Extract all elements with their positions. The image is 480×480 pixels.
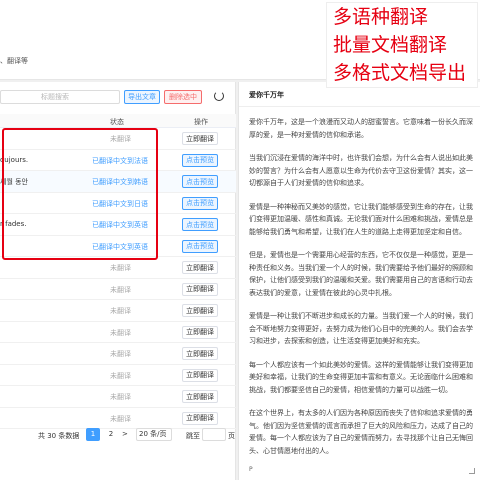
promo-line-3: 多格式文档导出 <box>333 62 467 84</box>
title-search-input[interactable] <box>0 90 120 104</box>
jump-label: 跳至 <box>186 432 200 440</box>
row-status: 已翻译中文到英语 <box>92 242 148 251</box>
document-paragraph: 每一个人都应该有一个如此美妙的爱情。这样的爱情能够让我们变得更加美好和幸福，让我… <box>249 360 473 394</box>
promo-banner: 多语种翻译 批量文档翻译 多格式文档导出 <box>326 2 478 88</box>
pagination: 共 30 条数据 1 2 > 20 条/页 跳至 页 <box>0 426 236 444</box>
row-status: 未翻译 <box>110 328 131 337</box>
delete-selected-button[interactable]: 删除选中 <box>164 90 202 104</box>
row-status: 已翻译中文到法语 <box>92 156 148 165</box>
document-paragraph: 但是，爱情也是一个需要用心经营的东西，它不仅仅是一种感觉，更是一种责任和义务。当… <box>249 251 473 297</box>
row-status: 未翻译 <box>110 135 131 143</box>
row-status: 未翻译 <box>110 264 131 272</box>
export-article-button[interactable]: 导出文章 <box>124 90 160 104</box>
refresh-icon[interactable] <box>214 91 224 101</box>
preview-button[interactable]: 点击预览 <box>182 153 218 167</box>
table-row[interactable]: 세월 동안 已翻译中文到韩语 点击预览 <box>0 171 236 193</box>
row-status: 已翻译中文到韩语 <box>92 178 148 186</box>
table-row[interactable]: 未翻译 立即翻译 <box>0 386 236 408</box>
table-row[interactable]: 未翻译 立即翻译 <box>0 322 236 343</box>
document-paragraph: 爱你千万年，这是一个浪漫而又动人的甜蜜誓言。它意味着一份长久而深厚的爱，是一种对… <box>249 118 473 139</box>
row-status: 未翻译 <box>110 285 131 294</box>
promo-line-1: 多语种翻译 <box>333 6 429 28</box>
total-count: 共 30 条数据 <box>38 432 80 440</box>
page-2-button[interactable]: 2 <box>104 428 118 441</box>
translate-now-button[interactable]: 立即翻译 <box>182 368 218 382</box>
document-paragraph: 爱情是一种让我们不断进步和成长的力量。当我们爱一个人的时候，我们会不断地努力变得… <box>249 312 473 345</box>
table-row[interactable]: r fades. 已翻译中文到英语 点击预览 <box>0 214 236 236</box>
row-status: 已翻译中文到日语 <box>92 199 148 208</box>
translate-now-button[interactable]: 立即翻译 <box>182 304 218 317</box>
preview-button[interactable]: 点击预览 <box>182 239 218 253</box>
table-row[interactable]: 未翻译 立即翻译 <box>0 300 236 322</box>
row-status: 未翻译 <box>110 414 131 423</box>
translate-now-button[interactable]: 立即翻译 <box>182 132 218 145</box>
page-1-button[interactable]: 1 <box>86 428 100 441</box>
translate-now-button[interactable]: 立即翻译 <box>182 390 218 403</box>
document-body[interactable]: 爱你千万年，这是一个浪漫而又动人的甜蜜誓言。它意味着一份长久而深厚的爱，是一种对… <box>249 116 475 456</box>
translate-now-button[interactable]: 立即翻译 <box>182 282 218 296</box>
table-row[interactable]: 未翻译 立即翻译 <box>0 128 236 150</box>
table-body: 未翻译 立即翻译 oujours. 已翻译中文到法语 点击预览 세월 동안 已翻译中文到韩语… <box>0 128 236 429</box>
table-row[interactable]: 未翻译 立即翻译 <box>0 279 236 300</box>
page-size-select[interactable]: 20 条/页 <box>136 428 172 441</box>
jump-page-input[interactable] <box>202 428 226 441</box>
table-row[interactable]: oujours. 已翻译中文到法语 点击预览 <box>0 150 236 171</box>
list-toolbar: 导出文章 删除选中 <box>0 90 236 106</box>
table-row[interactable]: 未翻译 立即翻译 <box>0 365 236 386</box>
column-header-status: 状态 <box>110 118 124 126</box>
document-paragraph: 当我们沉浸在爱情的海洋中时，也许我们会想，为什么会有人说出如此美妙的誓言？为什么… <box>249 154 473 187</box>
editor-status-path: P <box>249 466 253 473</box>
table-row[interactable]: 已翻译中文到英语 点击预览 <box>0 236 236 257</box>
table-row[interactable]: 未翻译 立即翻译 <box>0 343 236 365</box>
row-source-text: oujours. <box>0 155 29 164</box>
row-status: 已翻译中文到英语 <box>92 221 148 229</box>
row-source-text: r fades. <box>0 220 27 228</box>
column-header-operation: 操作 <box>194 118 208 126</box>
translate-now-button[interactable]: 立即翻译 <box>182 411 218 425</box>
next-page-icon[interactable]: > <box>122 430 128 438</box>
document-title: 爱你千万年 <box>249 91 284 99</box>
app-subtitle: 、翻译等 <box>0 57 28 65</box>
row-status: 未翻译 <box>110 307 131 315</box>
table-row[interactable]: 已翻译中文到日语 点击预览 <box>0 193 236 214</box>
row-status: 未翻译 <box>110 393 131 401</box>
document-list-panel: 导出文章 删除选中 状态 操作 未翻译立即翻译oujours.已翻译中文到法语点… <box>0 82 236 480</box>
translate-now-button[interactable]: 立即翻译 <box>182 261 218 274</box>
row-source-text: 세월 동안 <box>0 178 28 186</box>
document-paragraph: 在这个世界上，有太多的人们因为各种原因而丧失了信仰和追求爱情的勇气。他们因为坚信… <box>249 409 473 455</box>
preview-button[interactable]: 点击预览 <box>182 175 218 188</box>
translate-now-button[interactable]: 立即翻译 <box>182 347 218 360</box>
page-unit-label: 页 <box>228 432 235 440</box>
preview-button[interactable]: 点击预览 <box>182 218 218 231</box>
row-status: 未翻译 <box>110 350 131 358</box>
row-status: 未翻译 <box>110 371 131 380</box>
resize-handle-icon[interactable] <box>469 468 475 474</box>
document-paragraph: 爱情是一种神秘而又美妙的感觉，它让我们能够感受到生命的存在，让我们变得更加温暖、… <box>249 202 473 236</box>
translate-now-button[interactable]: 立即翻译 <box>182 325 218 339</box>
table-header: 状态 操作 <box>0 114 236 128</box>
preview-button[interactable]: 点击预览 <box>182 196 218 210</box>
divider <box>239 106 480 107</box>
table-row[interactable]: 未翻译 立即翻译 <box>0 257 236 279</box>
promo-line-2: 批量文档翻译 <box>333 34 448 56</box>
document-preview-panel: 爱你千万年 爱你千万年，这是一个浪漫而又动人的甜蜜誓言。它意味着一份长久而深厚的… <box>238 82 480 480</box>
